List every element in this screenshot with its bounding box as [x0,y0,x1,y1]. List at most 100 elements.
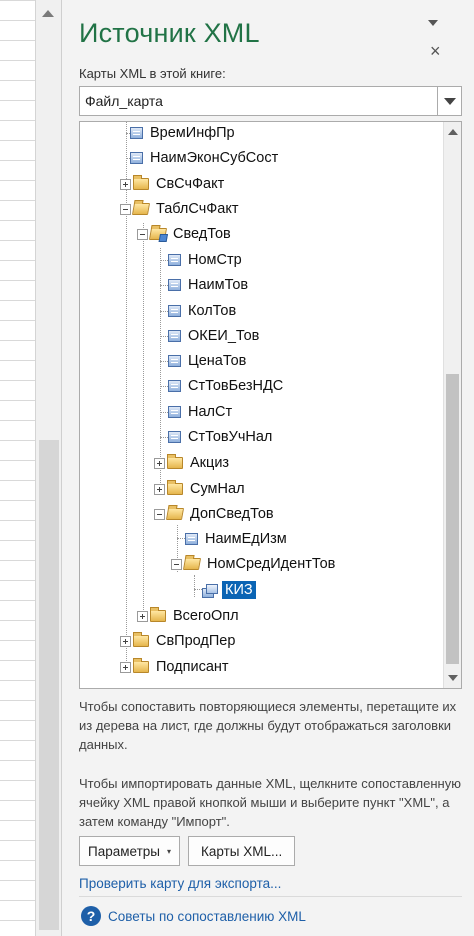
xml-tree-view[interactable]: ВремИнфПр НаимЭконСубСост СвСчФакт ТаблС… [79,121,462,689]
tree-item[interactable]: НаимЭконСубСост [130,147,281,169]
xml-maps-button-label: Карты XML... [201,843,283,859]
expand-plus-icon[interactable] [154,483,165,495]
tree-item[interactable]: СумНал [154,478,248,500]
xml-map-select[interactable]: Файл_карта [79,86,462,116]
folder-open-icon [182,558,202,570]
folder-icon [167,454,183,469]
folder-open-icon [131,203,151,215]
tree-connector [194,575,195,597]
pane-options-chevron-icon[interactable] [428,20,438,26]
tree-item-label: СвПродПер [156,633,236,649]
element-icon [168,355,181,367]
expand-plus-icon[interactable] [120,178,131,190]
tree-item[interactable]: СвПродПер [120,630,238,652]
tree-item[interactable]: НомСредИдентТов [171,553,338,575]
worksheet-grid[interactable] [0,0,36,936]
element-icon [185,533,198,545]
folder-icon [167,480,183,495]
tree-item-label: НалСт [188,404,233,420]
tree-item[interactable]: НаимТов [168,274,251,296]
element-icon [168,406,181,418]
tree-item-label: ДопСведТов [190,506,274,522]
xml-maps-label: Карты XML в этой книге: [79,66,226,81]
collapse-minus-icon[interactable] [120,203,131,215]
repeating-element-icon [202,584,218,598]
element-icon [130,127,143,139]
tree-item[interactable]: Акциз [154,452,232,474]
repeating-elements-hint: Чтобы сопоставить повторяющиеся элементы… [79,699,457,752]
expand-plus-icon[interactable] [154,457,165,469]
tree-item[interactable]: ТаблСчФакт [120,198,241,220]
element-icon [168,380,181,392]
pane-close-icon[interactable]: × [430,42,441,60]
tree-connector [143,223,144,622]
repeating-folder-icon [148,228,168,240]
tree-item-label: СумНал [190,481,245,497]
tree-item[interactable]: СвСчФакт [120,173,227,195]
folder-icon [133,175,149,190]
xml-maps-button[interactable]: Карты XML... [188,836,296,866]
tree-item[interactable]: СтТовБезНДС [168,375,286,397]
element-icon [168,279,181,291]
tree-item[interactable]: КолТов [168,300,239,322]
tree-item[interactable]: ОКЕИ_Тов [168,325,262,347]
pane-title: Источник XML [79,18,260,48]
tree-item[interactable]: ЦенаТов [168,350,249,372]
folder-icon [133,658,149,673]
tree-item-label: СведТов [173,226,231,242]
tree-item-selected[interactable]: КИЗ [202,579,256,601]
xml-mapping-tips-label: Советы по сопоставлению XML [108,908,306,924]
divider [79,896,462,897]
options-button-label: Параметры [88,843,160,859]
tree-item-label: КолТов [188,303,237,319]
verify-map-link[interactable]: Проверить карту для экспорта... [79,876,281,891]
element-icon [168,254,181,266]
options-button[interactable]: Параметры ▾ [79,836,180,866]
element-icon [130,152,143,164]
tree-item-label: Акциз [190,455,230,471]
tree-item-label: ТаблСчФакт [156,201,239,217]
folder-icon [133,632,149,647]
caret-down-icon: ▾ [166,846,171,856]
xml-map-select-value: Файл_карта [85,93,163,109]
worksheet-scroll-thumb[interactable] [39,440,59,930]
tree-item[interactable]: Подписант [120,656,232,678]
tree-vertical-scrollbar[interactable] [443,122,461,688]
scroll-up-arrow-icon[interactable] [448,129,458,135]
collapse-minus-icon[interactable] [154,508,165,520]
tree-item-label: СтТовБезНДС [188,378,284,394]
tree-item-label: НомСтр [188,252,242,268]
expand-plus-icon[interactable] [120,635,131,647]
tree-item[interactable]: НалСт [168,401,235,423]
worksheet-vertical-scrollbar[interactable] [36,0,62,936]
help-icon: ? [81,906,101,926]
tree-item[interactable]: СтТовУчНал [168,426,275,448]
tree-item-label: НаимЕдИзм [205,531,287,547]
tree-item[interactable]: СведТов [137,223,234,245]
tree-item-label: Подписант [156,659,229,675]
tree-item[interactable]: НомСтр [168,249,245,271]
tree-item[interactable]: ДопСведТов [154,503,277,525]
import-hint: Чтобы импортировать данные XML, щелкните… [79,776,461,829]
tree-item-label: НаимЭконСубСост [150,150,279,166]
element-icon [168,305,181,317]
collapse-minus-icon[interactable] [171,558,182,570]
tree-item-label: ВремИнфПр [150,125,235,141]
expand-plus-icon[interactable] [137,610,148,622]
tree-item-label: СтТовУчНал [188,429,273,445]
tree-item[interactable]: НаимЕдИзм [185,528,290,550]
chevron-down-icon [444,98,456,105]
xml-mapping-tips-link[interactable]: ? Советы по сопоставлению XML [81,906,306,926]
element-icon [168,330,181,342]
scroll-up-arrow-icon[interactable] [42,10,54,17]
tree-item[interactable]: ВремИнфПр [130,122,238,144]
expand-plus-icon[interactable] [120,661,131,673]
tree-scroll-thumb[interactable] [446,374,459,664]
tree-item[interactable]: ВсегоОпл [137,605,242,627]
xml-map-dropdown-button[interactable] [437,87,461,115]
collapse-minus-icon[interactable] [137,228,148,240]
tree-item-label: ЦенаТов [188,353,247,369]
scroll-down-arrow-icon[interactable] [448,675,458,681]
element-icon [168,431,181,443]
tree-item-label: НомСредИдентТов [207,556,336,572]
